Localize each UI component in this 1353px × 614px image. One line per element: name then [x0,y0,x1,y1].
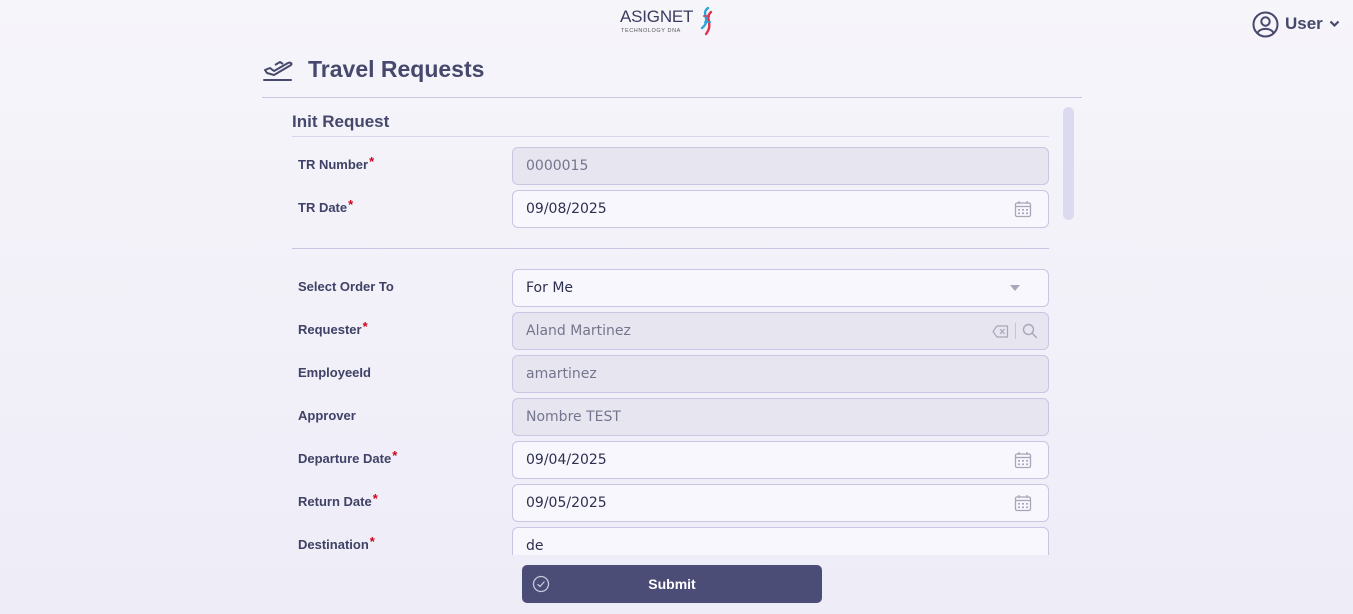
submit-button[interactable]: Submit [522,565,822,603]
departure-date-label: Departure Date* [298,448,398,466]
caret-down-icon [1010,285,1020,291]
user-label: User [1285,14,1323,33]
approver-value: Nombre TEST [526,409,621,425]
employee-id-value: amartinez [526,366,597,382]
tr-number-label: TR Number* [298,154,375,172]
requester-label-text: Requester [298,322,362,337]
return-date-field[interactable]: 09/05/2025 [512,484,1049,522]
scrollbar-thumb[interactable] [1063,107,1074,220]
page-header: Travel Requests [262,52,484,86]
order-to-label: Select Order To [298,279,394,294]
airplane-takeoff-icon [263,61,293,81]
brand-tagline: TECHNOLOGY DNA [621,28,681,34]
requester-value: Aland Martinez [526,323,631,339]
approver-label: Approver [298,408,356,423]
icon-separator [1015,323,1016,339]
return-date-label-text: Return Date [298,494,372,509]
return-date-value: 09/05/2025 [526,495,607,511]
required-marker: * [372,491,378,506]
tr-number-field[interactable]: 0000015 [512,147,1049,185]
approver-label-text: Approver [298,408,356,423]
required-marker: * [369,154,375,169]
destination-label-text: Destination [298,537,369,552]
requester-field[interactable]: Aland Martinez [512,312,1049,350]
tr-number-value: 0000015 [526,158,589,174]
chevron-down-icon [1329,20,1340,28]
tr-date-label-text: TR Date [298,200,348,215]
brand-name: ASIGNET [620,7,694,26]
requester-label: Requester* [298,319,368,337]
section-title: Init Request [292,112,390,131]
destination-clip: de [500,520,1060,555]
return-date-label: Return Date* [298,491,378,509]
order-to-select[interactable]: For Me [512,269,1049,307]
required-marker: * [362,319,368,334]
employee-id-field[interactable]: amartinez [512,355,1049,393]
approver-field[interactable]: Nombre TEST [512,398,1049,436]
order-to-value: For Me [526,280,574,296]
required-marker: * [392,448,398,463]
tr-date-label: TR Date* [298,197,354,215]
calendar-icon[interactable] [1014,451,1032,469]
calendar-icon[interactable] [1014,200,1032,218]
destination-field[interactable]: de [512,527,1049,555]
clear-icon[interactable] [992,324,1009,338]
check-circle-icon [532,575,550,593]
required-marker: * [369,534,375,549]
tr-number-label-text: TR Number [298,157,369,172]
page-title: Travel Requests [308,55,485,82]
section-divider [292,136,1049,137]
top-bar: ASIGNET TECHNOLOGY DNA User [0,0,1353,46]
header-divider [262,97,1082,98]
user-circle-icon [1252,11,1279,37]
section-divider [292,248,1049,249]
search-icon[interactable] [1022,323,1038,339]
destination-label: Destination* [298,534,375,552]
required-marker: * [348,197,354,212]
tr-date-value: 09/08/2025 [526,201,607,217]
departure-date-value: 09/04/2025 [526,452,607,468]
dna-logo-icon [700,6,713,36]
employee-id-label-text: EmployeeId [298,365,371,380]
calendar-icon[interactable] [1014,494,1032,512]
tr-date-field[interactable]: 09/08/2025 [512,190,1049,228]
order-to-label-text: Select Order To [298,279,394,294]
brand-logo[interactable]: ASIGNET TECHNOLOGY DNA [620,6,720,38]
departure-date-field[interactable]: 09/04/2025 [512,441,1049,479]
submit-label: Submit [648,576,696,592]
departure-date-label-text: Departure Date [298,451,392,466]
destination-value: de [526,538,544,554]
user-menu[interactable]: User [1252,10,1340,38]
employee-id-label: EmployeeId [298,365,371,380]
